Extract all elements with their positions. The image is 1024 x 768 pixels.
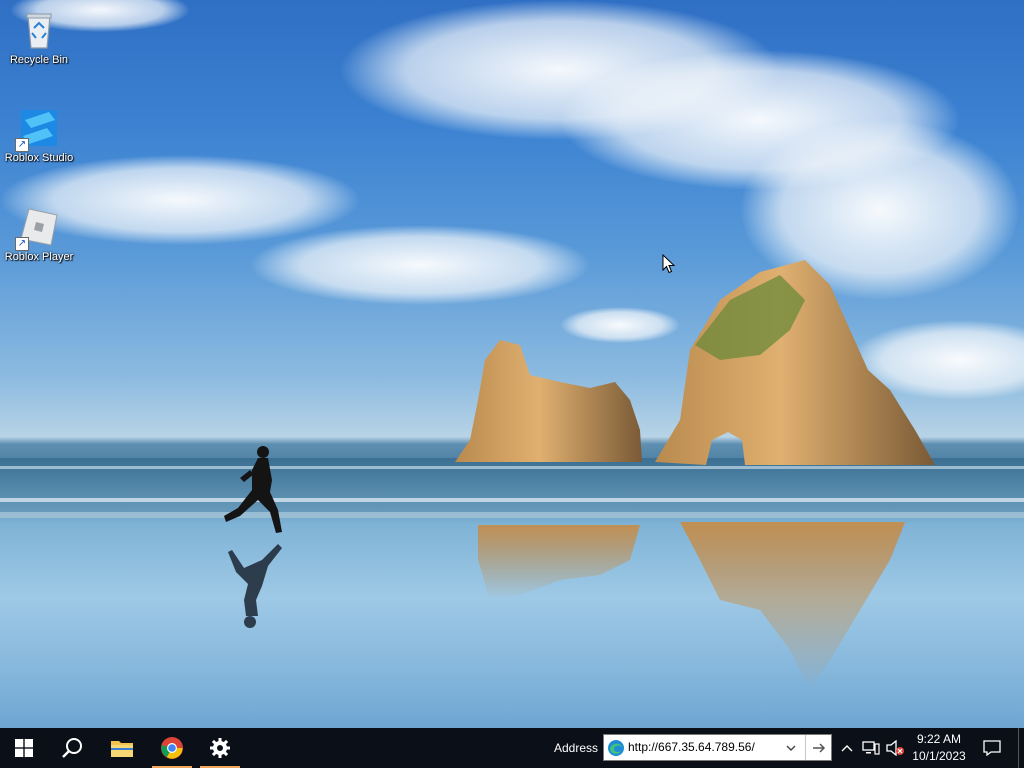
notification-icon [983, 740, 1001, 756]
shortcut-arrow-icon: ↗ [15, 138, 29, 152]
address-go-button[interactable] [805, 735, 832, 760]
windows-logo-icon [15, 739, 33, 757]
gear-icon [210, 738, 230, 758]
chevron-up-icon [841, 745, 853, 752]
action-center-button[interactable] [978, 728, 1006, 768]
chevron-down-icon [786, 745, 796, 751]
recycle-bin-icon [17, 8, 61, 52]
desktop-icon-label: Roblox Studio [4, 152, 74, 164]
show-hidden-icons-button[interactable] [838, 728, 856, 768]
address-toolbar-label: Address [554, 741, 599, 755]
show-desktop-button[interactable] [1018, 728, 1024, 768]
taskbar-settings[interactable] [196, 728, 244, 768]
roblox-player-icon: ↗ [15, 205, 61, 251]
desktop-wallpaper [0, 0, 1024, 728]
mouse-cursor-icon [662, 254, 676, 274]
taskbar-chrome[interactable] [148, 728, 196, 768]
desktop-icon-recycle-bin[interactable]: Recycle Bin [0, 8, 78, 67]
network-icon [862, 741, 880, 755]
edge-icon [608, 740, 624, 756]
address-dropdown-button[interactable] [782, 735, 800, 760]
desktop-icon-label: Recycle Bin [9, 54, 69, 66]
network-tray-button[interactable] [860, 728, 882, 768]
address-bar[interactable] [603, 734, 832, 761]
clock-date: 10/1/2023 [912, 749, 966, 763]
search-icon [62, 738, 82, 758]
folder-icon [111, 741, 133, 757]
address-input[interactable] [628, 735, 778, 760]
system-clock[interactable]: 9:22 AM 10/1/2023 [906, 731, 972, 765]
wallpaper-scene [0, 0, 1024, 690]
clock-time: 9:22 AM [916, 732, 962, 746]
desktop-icon-roblox-player[interactable]: ↗ Roblox Player [0, 205, 78, 264]
taskbar-file-explorer[interactable] [98, 728, 146, 768]
chrome-icon [161, 737, 183, 759]
desktop-icon-label: Roblox Player [4, 251, 74, 263]
volume-muted-icon [886, 740, 904, 756]
roblox-studio-icon: ↗ [15, 106, 61, 152]
taskbar: Address http://667.35.64.789.56/ 9:22 AM… [0, 728, 1024, 768]
search-button[interactable] [48, 728, 96, 768]
desktop-icon-roblox-studio[interactable]: ↗ Roblox Studio [0, 106, 78, 165]
arrow-right-icon [813, 742, 826, 753]
start-button[interactable] [0, 728, 48, 768]
shortcut-arrow-icon: ↗ [15, 237, 29, 251]
volume-tray-button[interactable] [884, 728, 906, 768]
